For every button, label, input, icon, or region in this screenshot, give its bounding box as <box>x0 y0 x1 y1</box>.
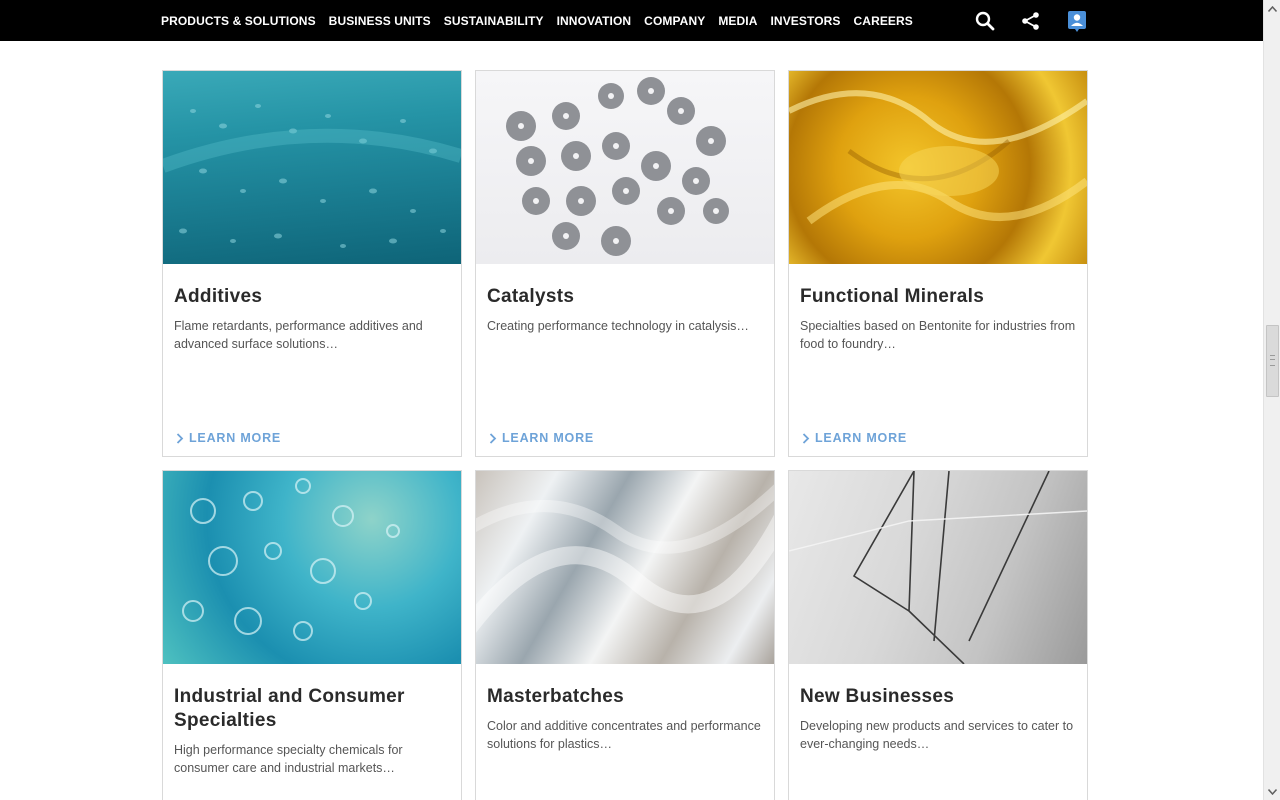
nav-company[interactable]: COMPANY <box>644 14 705 28</box>
nav-icon-group <box>950 0 1088 41</box>
nav-products-solutions[interactable]: PRODUCTS & SOLUTIONS <box>161 14 316 28</box>
scrollbar-thumb[interactable] <box>1266 325 1279 397</box>
card-catalysts[interactable]: Catalysts Creating performance technolog… <box>475 70 775 457</box>
industrial-consumer-specialties-image <box>163 471 461 664</box>
contact-icon[interactable] <box>1066 10 1088 32</box>
learn-more-label: LEARN MORE <box>815 431 908 445</box>
card-industrial-consumer-specialties[interactable]: Industrial and Consumer Specialties High… <box>162 470 462 800</box>
nav-careers[interactable]: CAREERS <box>854 14 913 28</box>
nav-business-units[interactable]: BUSINESS UNITS <box>329 14 431 28</box>
additives-image <box>163 71 461 264</box>
learn-more-label: LEARN MORE <box>502 431 595 445</box>
card-description: Color and additive concentrates and perf… <box>487 719 761 751</box>
scroll-down-button[interactable] <box>1264 783 1280 800</box>
top-navigation-bar: PRODUCTS & SOLUTIONS BUSINESS UNITS SUST… <box>0 0 1263 41</box>
nav-media[interactable]: MEDIA <box>718 14 757 28</box>
masterbatches-image <box>476 471 774 664</box>
card-description: Flame retardants, performance additives … <box>174 319 423 351</box>
card-title: Industrial and Consumer Specialties <box>174 686 405 731</box>
learn-more-link[interactable]: LEARN MORE <box>489 431 594 445</box>
functional-minerals-image <box>789 71 1087 264</box>
nav-innovation[interactable]: INNOVATION <box>557 14 632 28</box>
card-functional-minerals[interactable]: Functional Minerals Specialties based on… <box>788 70 1088 457</box>
scroll-up-button[interactable] <box>1264 0 1280 17</box>
learn-more-link[interactable]: LEARN MORE <box>176 431 281 445</box>
new-businesses-image <box>789 471 1087 664</box>
main-nav: PRODUCTS & SOLUTIONS BUSINESS UNITS SUST… <box>161 0 926 41</box>
card-additives[interactable]: Additives Flame retardants, performance … <box>162 70 462 457</box>
card-title: Masterbatches <box>487 686 624 707</box>
chevron-up-icon <box>1268 5 1277 12</box>
card-title: New Businesses <box>800 686 955 707</box>
share-icon[interactable] <box>1020 10 1042 32</box>
chevron-right-icon <box>802 432 810 444</box>
card-description: Specialties based on Bentonite for indus… <box>800 319 1076 351</box>
card-new-businesses[interactable]: New Businesses Developing new products a… <box>788 470 1088 800</box>
chevron-right-icon <box>489 432 497 444</box>
card-title: Additives <box>174 286 263 307</box>
card-title: Catalysts <box>487 286 575 307</box>
search-icon[interactable] <box>974 10 996 32</box>
card-description: Creating performance technology in catal… <box>487 319 749 333</box>
chevron-down-icon <box>1268 788 1277 795</box>
nav-sustainability[interactable]: SUSTAINABILITY <box>444 14 544 28</box>
learn-more-label: LEARN MORE <box>189 431 282 445</box>
card-masterbatches[interactable]: Masterbatches Color and additive concent… <box>475 470 775 800</box>
catalysts-image <box>476 71 774 264</box>
nav-investors[interactable]: INVESTORS <box>771 14 841 28</box>
vertical-scrollbar[interactable] <box>1263 0 1280 800</box>
card-description: High performance specialty chemicals for… <box>174 743 403 775</box>
card-title: Functional Minerals <box>800 286 985 307</box>
chevron-right-icon <box>176 432 184 444</box>
learn-more-link[interactable]: LEARN MORE <box>802 431 907 445</box>
card-description: Developing new products and services to … <box>800 719 1074 751</box>
